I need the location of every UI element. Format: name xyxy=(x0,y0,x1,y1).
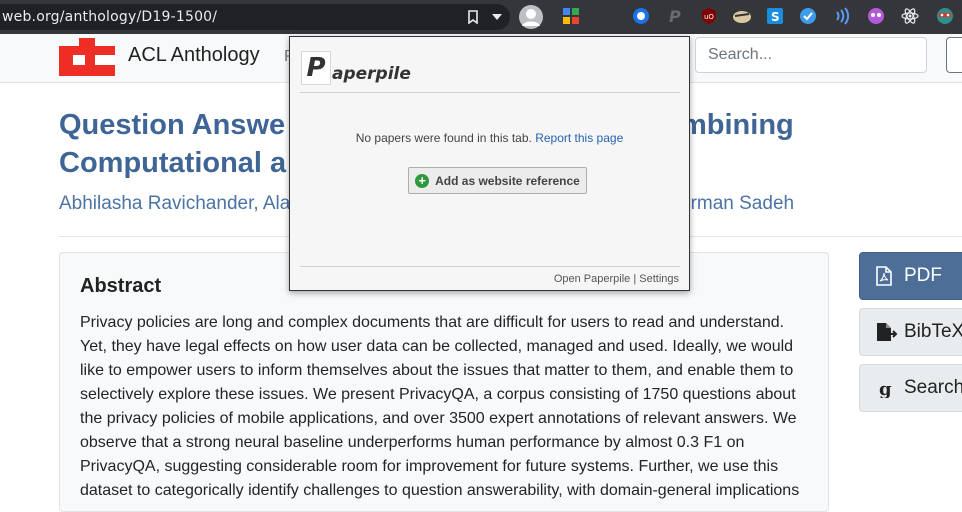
bibtex-button[interactable]: BibTeX xyxy=(859,308,962,356)
paperpile-logo: P aperpile xyxy=(301,51,411,85)
file-export-icon xyxy=(876,322,898,342)
svg-text:P: P xyxy=(669,7,681,25)
paperpile-popup: P aperpile No papers were found in this … xyxy=(289,36,690,291)
abstract-heading: Abstract xyxy=(80,275,162,297)
svg-text:S: S xyxy=(771,10,780,24)
bookmark-icon[interactable] xyxy=(462,6,484,28)
extension-google-icon[interactable] xyxy=(560,5,582,27)
pdf-button-label: PDF xyxy=(904,265,942,286)
extension-purple-icon[interactable] xyxy=(865,5,887,27)
svg-text:uO: uO xyxy=(704,13,714,21)
abstract-card: Abstract Privacy policies are long and c… xyxy=(59,252,829,512)
react-devtools-icon[interactable] xyxy=(899,5,921,27)
profile-avatar-icon[interactable] xyxy=(517,3,545,31)
search-scholar-button-label: Search xyxy=(904,377,962,398)
no-papers-text: No papers were found in this tab. xyxy=(355,131,532,145)
title-line1-left: Question Answe xyxy=(59,109,286,141)
paperpile-logo-letter: P xyxy=(301,51,331,85)
extension-mask-icon[interactable] xyxy=(934,5,956,27)
google-scholar-icon: g xyxy=(876,378,898,398)
extension-wifi-icon[interactable] xyxy=(830,5,852,27)
url-text[interactable]: web.org/anthology/D19-1500/ xyxy=(2,9,217,25)
paperpile-extension-icon[interactable]: P xyxy=(664,5,686,27)
pdf-button[interactable]: PDF xyxy=(859,252,962,300)
search-scholar-button[interactable]: g Search xyxy=(859,364,962,412)
acl-logo[interactable] xyxy=(59,38,115,76)
address-bar[interactable]: web.org/anthology/D19-1500/ xyxy=(0,4,510,30)
open-paperpile-link[interactable]: Open Paperpile xyxy=(554,273,630,285)
search-input[interactable] xyxy=(695,37,927,73)
add-website-reference-button[interactable]: + Add as website reference xyxy=(408,167,587,194)
popup-footer: Open Paperpile | Settings xyxy=(554,273,679,285)
site-name[interactable]: ACL Anthology xyxy=(128,44,260,67)
popup-divider-top xyxy=(300,92,680,93)
extension-privacy-icon[interactable] xyxy=(630,5,652,27)
abstract-text: Privacy policies are long and complex do… xyxy=(80,314,800,499)
paperpile-logo-word: aperpile xyxy=(332,64,411,84)
dropdown-arrow-icon[interactable] xyxy=(486,6,508,28)
browser-toolbar: web.org/anthology/D19-1500/ P uO S xyxy=(0,0,962,34)
title-line1-right: mbining xyxy=(681,109,794,141)
author-list[interactable]: Abhilasha Ravichander, Ala xyxy=(59,193,290,215)
plus-circle-icon: + xyxy=(415,173,430,188)
file-pdf-icon xyxy=(876,266,898,286)
search-button[interactable] xyxy=(946,37,962,73)
ublock-icon[interactable]: uO xyxy=(698,5,720,27)
extension-check-icon[interactable] xyxy=(797,5,819,27)
report-page-link[interactable]: Report this page xyxy=(535,131,623,145)
svg-text:g: g xyxy=(879,379,892,398)
extension-s-icon[interactable]: S xyxy=(764,5,786,27)
popup-message: No papers were found in this tab. Report… xyxy=(290,131,689,145)
bibtex-button-label: BibTeX xyxy=(904,321,962,342)
add-website-reference-label: Add as website reference xyxy=(435,173,580,188)
footer-separator: | xyxy=(633,273,637,285)
author-list-tail[interactable]: orman Sadeh xyxy=(680,193,794,215)
extension-cat-icon[interactable] xyxy=(731,5,753,27)
popup-divider-bottom xyxy=(300,266,680,267)
settings-link[interactable]: Settings xyxy=(639,273,679,285)
